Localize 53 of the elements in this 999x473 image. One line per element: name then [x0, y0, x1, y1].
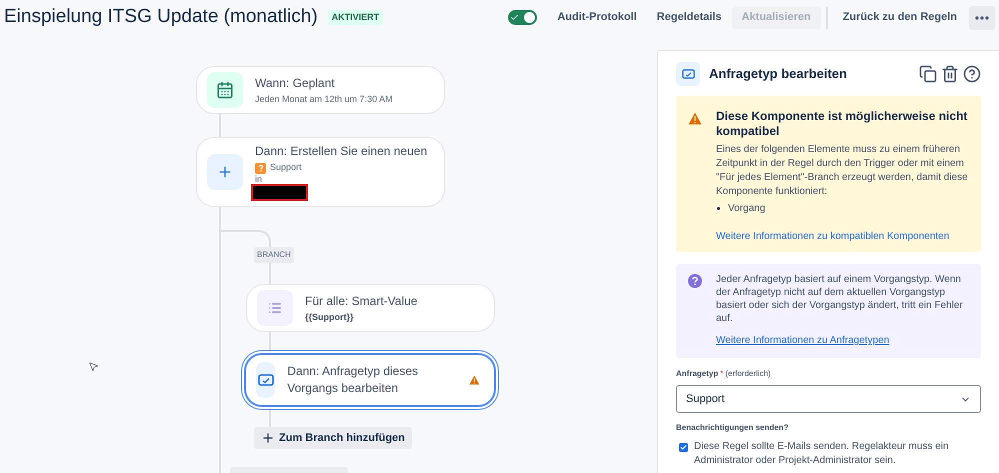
more-icon: [975, 16, 989, 20]
location-label: in: [255, 174, 264, 184]
add-to-branch-button[interactable]: Zum Branch hinzufügen: [254, 427, 412, 449]
issue-type-label: Support: [270, 161, 302, 174]
node-title: Wann: Geplant: [255, 74, 336, 92]
copy-icon[interactable]: [919, 65, 937, 83]
list-icon: [268, 301, 282, 315]
compatibility-link[interactable]: Weitere Informationen zu kompatiblen Komponenten: [716, 229, 971, 244]
plus-icon: [217, 164, 233, 180]
rule-node[interactable]: Für alle: Smart-Value {{Support}}: [246, 284, 495, 332]
warning-text: Eines der folgenden Elemente muss zu einem früheren Zeitpunkt in der Regel durch den Trigger oder mit einem "Für jedes Element"-Branch erzeugt werden, damit diese Komponente funktioniert:: [716, 143, 969, 199]
question-icon: [688, 274, 702, 288]
edit-form-icon: [682, 69, 694, 79]
notifications-label: Benachrichtigungen senden?: [676, 422, 790, 434]
required-note: (erforderlich): [725, 368, 771, 380]
bullet-icon: [717, 207, 720, 210]
header-button[interactable]: Regeldetails: [646, 6, 732, 28]
request-type-select[interactable]: Support: [676, 385, 981, 413]
node-subtitle: {{Support}}: [305, 310, 355, 324]
help-icon[interactable]: [963, 65, 981, 83]
node-subtitle: Jeden Monat am 12th um 7:30 AM: [255, 92, 394, 106]
calendar-icon: [216, 81, 234, 99]
notify-text: Diese Regel sollte E-Mails senden. Regelakteur muss ein Administrator oder Projekt-Administrator sein.: [694, 440, 950, 468]
warning-icon: [688, 112, 702, 125]
edit-form-icon: [258, 374, 274, 386]
plus-icon: [261, 431, 275, 445]
node-title: Dann: Erstellen Sie einen neuen: [255, 143, 428, 160]
status-badge: AKTIVIERT: [328, 10, 384, 26]
delete-icon[interactable]: [941, 65, 959, 83]
more-button[interactable]: [969, 6, 995, 30]
question-type-icon: [255, 162, 266, 174]
rule-node[interactable]: Wann: Geplant Jeden Monat am 12th um 7:30 AM: [196, 66, 445, 114]
check-icon: [510, 13, 520, 22]
info-text: Jeder Anfragetyp basiert auf einem Vorgangstyp. Wenn der Anfragetyp nicht auf dem aktuellen Vorgangstyp basiert oder sich der Vorgangstyp ändert, tritt ein Fehler auf.: [716, 273, 964, 325]
rule-node[interactable]: Dann: Anfragetyp dieses Vorgangs bearbeiten: [244, 353, 496, 407]
redaction-bar: [251, 184, 308, 201]
warning-title: Diese Komponente ist möglicherweise nicht kompatibel: [716, 109, 968, 139]
mouse-cursor-icon: [88, 360, 99, 373]
rule-node[interactable]: Dann: Erstellen Sie einen neuen Support in: [196, 137, 445, 207]
field-label: Anfragetyp: [676, 368, 718, 380]
node-title: Für alle: Smart-Value: [305, 292, 418, 310]
request-types-link[interactable]: Weitere Informationen zu Anfragetypen: [716, 333, 969, 348]
header-button[interactable]: Audit-Protokoll: [547, 6, 647, 28]
node-title: Dann: Anfragetyp dieses Vorgangs bearbeiten: [287, 363, 420, 397]
notify-checkbox[interactable]: [679, 443, 688, 452]
header-button[interactable]: Zurück zu den Regeln: [832, 6, 967, 28]
toggle-switch[interactable]: [508, 10, 538, 25]
required-mark: *: [720, 368, 724, 380]
list-item: Vorgang: [728, 202, 766, 216]
panel-title: Anfragetyp bearbeiten: [709, 65, 847, 84]
check-icon: [680, 444, 687, 451]
rule-title: Einspielung ITSG Update (monatlich): [4, 5, 318, 30]
branch-label: BRANCH: [254, 247, 294, 263]
